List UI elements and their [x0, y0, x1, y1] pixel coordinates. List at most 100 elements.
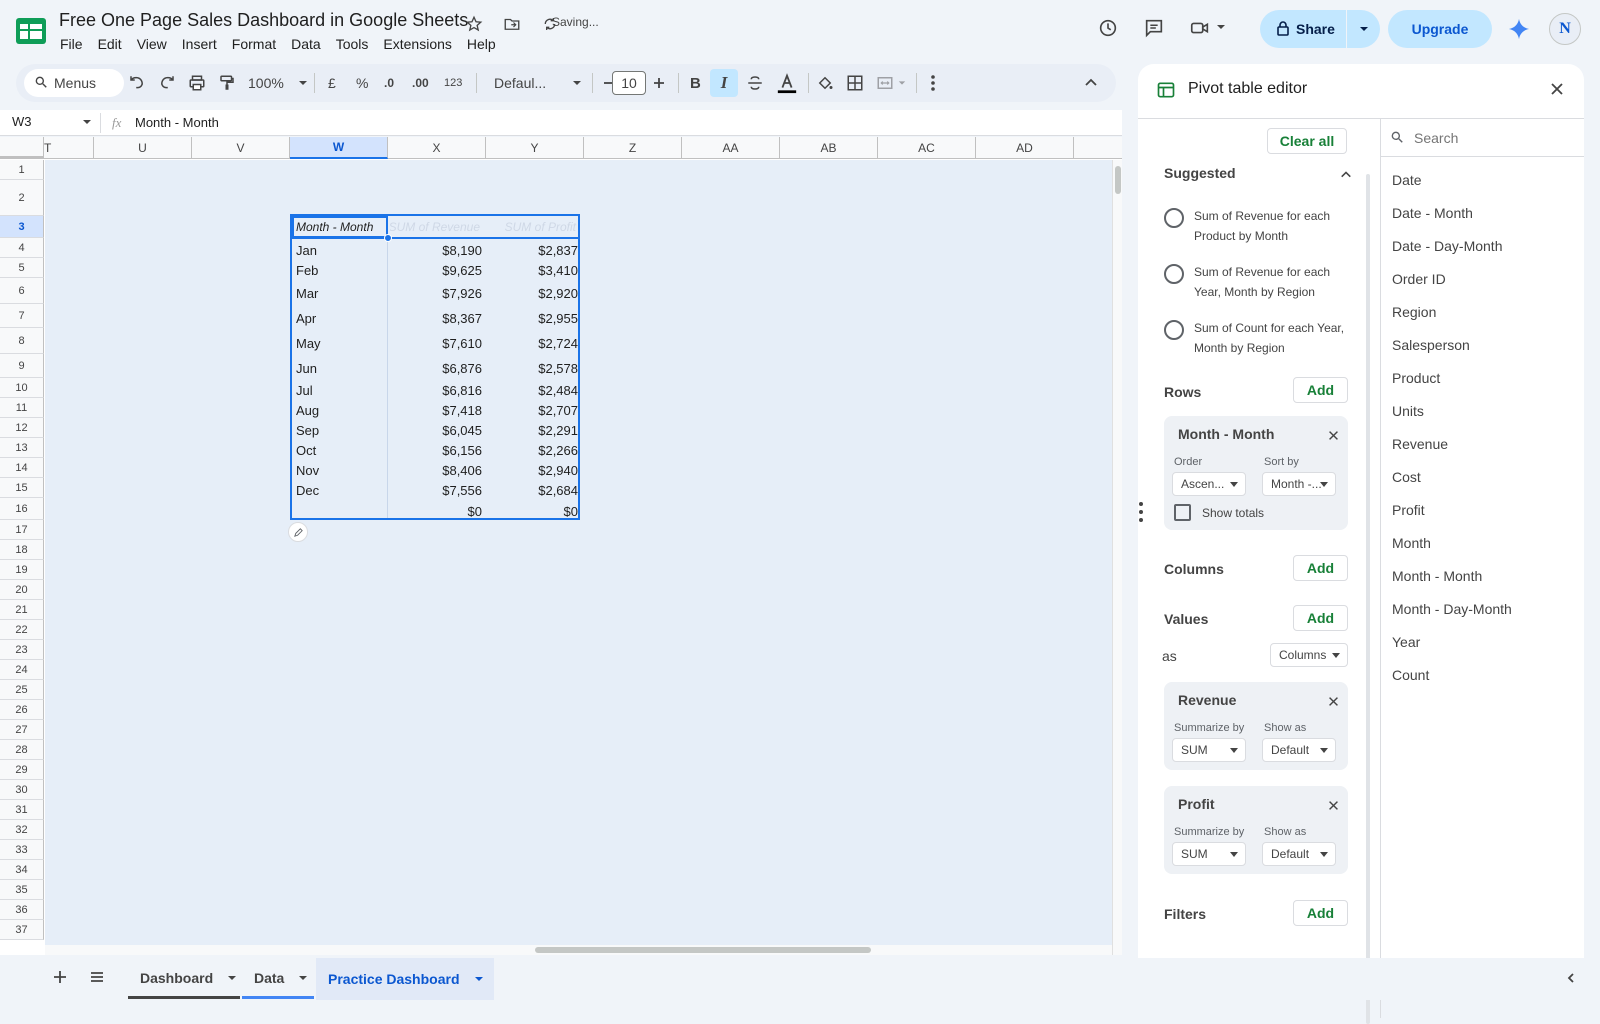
- row-header-16[interactable]: 16: [0, 498, 44, 520]
- search-menus[interactable]: Menus: [24, 69, 124, 97]
- row-header-22[interactable]: 22: [0, 620, 44, 640]
- field-item-units[interactable]: Units: [1392, 403, 1424, 419]
- radio-button[interactable]: [1164, 208, 1184, 228]
- row-header-23[interactable]: 23: [0, 640, 44, 660]
- pivot-value-cell[interactable]: $8,406: [390, 460, 484, 480]
- row-header-15[interactable]: 15: [0, 478, 44, 498]
- field-item-date[interactable]: Date: [1392, 172, 1422, 188]
- column-header-w[interactable]: W: [290, 137, 388, 159]
- row-header-34[interactable]: 34: [0, 860, 44, 880]
- document-title[interactable]: Free One Page Sales Dashboard in Google …: [59, 10, 468, 31]
- pivot-edit-icon[interactable]: [288, 522, 308, 542]
- values-add-button[interactable]: Add: [1293, 605, 1348, 631]
- add-sheet-icon[interactable]: [52, 969, 68, 990]
- column-header-z[interactable]: Z: [584, 137, 682, 159]
- field-item-month-month[interactable]: Month - Month: [1392, 568, 1482, 584]
- version-history-icon[interactable]: [1096, 16, 1120, 40]
- pivot-value-cell[interactable]: $7,556: [390, 480, 484, 500]
- row-header-33[interactable]: 33: [0, 840, 44, 860]
- pivot-value-cell[interactable]: $9,625: [390, 260, 484, 280]
- format-percent-button[interactable]: %: [356, 64, 368, 102]
- field-search-input[interactable]: [1414, 130, 1564, 146]
- sheet-tab-data[interactable]: Data: [242, 958, 314, 998]
- panel-resize-handle[interactable]: [1138, 500, 1144, 524]
- pivot-value-cell[interactable]: $2,920: [488, 280, 580, 306]
- radio-button[interactable]: [1164, 264, 1184, 284]
- row-header-37[interactable]: 37: [0, 920, 44, 940]
- spreadsheet-grid[interactable]: T U V W X Y Z AA AB AC AD 1 2 3 4 5 6 7 8 9 10 11 12 13 14 15 16 1…: [0, 137, 1122, 955]
- row-header-5[interactable]: 5: [0, 258, 44, 278]
- decrease-decimal-button[interactable]: .0: [384, 64, 394, 102]
- field-search[interactable]: [1390, 124, 1576, 152]
- pivot-row-label[interactable]: Nov: [294, 460, 386, 480]
- pivot-row-label[interactable]: Aug: [294, 400, 386, 420]
- pivot-value-cell[interactable]: $2,724: [488, 330, 580, 356]
- pivot-value-cell[interactable]: $2,940: [488, 460, 580, 480]
- font-size-input[interactable]: 10: [612, 71, 646, 95]
- star-icon[interactable]: [462, 12, 486, 36]
- share-options-dropdown[interactable]: [1347, 24, 1380, 34]
- pivot-value-cell[interactable]: $2,266: [488, 440, 580, 460]
- show-totals-checkbox[interactable]: [1174, 504, 1191, 521]
- share-button[interactable]: Share: [1260, 10, 1380, 48]
- pivot-value-cell[interactable]: $7,418: [390, 400, 484, 420]
- row-header-1[interactable]: 1: [0, 160, 44, 180]
- row-header-9[interactable]: 9: [0, 354, 44, 378]
- row-header-20[interactable]: 20: [0, 580, 44, 600]
- summarize-by-select[interactable]: SUM: [1172, 738, 1246, 762]
- pivot-value-cell[interactable]: $6,045: [390, 420, 484, 440]
- name-box[interactable]: W3: [12, 114, 92, 129]
- increase-decimal-button[interactable]: .00: [412, 64, 429, 102]
- merge-cells-icon[interactable]: [876, 64, 906, 102]
- panel-scrollbar[interactable]: [1366, 174, 1370, 1024]
- menu-view[interactable]: View: [137, 36, 167, 52]
- text-color-icon[interactable]: [776, 64, 798, 102]
- pivot-header-value[interactable]: SUM of Revenue: [390, 216, 484, 237]
- pivot-header-value[interactable]: SUM of Profit: [488, 216, 580, 237]
- column-header-ad[interactable]: AD: [976, 137, 1074, 159]
- field-item-date-day-month[interactable]: Date - Day-Month: [1392, 238, 1502, 254]
- row-header-21[interactable]: 21: [0, 600, 44, 620]
- row-header-27[interactable]: 27: [0, 720, 44, 740]
- bold-icon[interactable]: B: [690, 64, 701, 102]
- menu-edit[interactable]: Edit: [98, 36, 122, 52]
- row-header-31[interactable]: 31: [0, 800, 44, 820]
- row-header-35[interactable]: 35: [0, 880, 44, 900]
- field-item-year[interactable]: Year: [1392, 634, 1420, 650]
- menu-extensions[interactable]: Extensions: [383, 36, 451, 52]
- column-header-v[interactable]: V: [192, 137, 290, 159]
- field-item-revenue[interactable]: Revenue: [1392, 436, 1448, 452]
- close-icon[interactable]: [1550, 82, 1564, 101]
- field-item-count[interactable]: Count: [1392, 667, 1429, 683]
- field-item-order-id[interactable]: Order ID: [1392, 271, 1446, 287]
- row-header-29[interactable]: 29: [0, 760, 44, 780]
- field-item-cost[interactable]: Cost: [1392, 469, 1421, 485]
- pivot-row-label[interactable]: Mar: [294, 280, 386, 306]
- pivot-row-label[interactable]: Dec: [294, 480, 386, 500]
- pivot-value-cell[interactable]: $2,578: [488, 356, 580, 380]
- row-header-14[interactable]: 14: [0, 458, 44, 478]
- upgrade-button[interactable]: Upgrade: [1388, 10, 1492, 48]
- sheet-tab-practice-dashboard[interactable]: Practice Dashboard: [316, 958, 494, 1000]
- column-header-ac[interactable]: AC: [878, 137, 976, 159]
- font-select[interactable]: Defaul...: [494, 64, 582, 102]
- pivot-value-cell[interactable]: $2,484: [488, 380, 580, 400]
- pivot-value-cell[interactable]: $6,156: [390, 440, 484, 460]
- pivot-row-label[interactable]: Sep: [294, 420, 386, 440]
- avatar[interactable]: N: [1549, 13, 1581, 45]
- row-header-2[interactable]: 2: [0, 180, 44, 216]
- pivot-value-cell[interactable]: $6,876: [390, 356, 484, 380]
- pivot-row-label[interactable]: Jun: [294, 356, 386, 380]
- row-header-32[interactable]: 32: [0, 820, 44, 840]
- row-header-11[interactable]: 11: [0, 398, 44, 418]
- more-formats-button[interactable]: 123: [444, 64, 462, 102]
- fill-color-icon[interactable]: [816, 64, 834, 102]
- meet-button[interactable]: [1188, 16, 1226, 40]
- cell-area[interactable]: Month - Month SUM of Revenue SUM of Profit…: [45, 160, 1112, 955]
- share-main[interactable]: Share: [1260, 20, 1346, 39]
- pivot-value-cell[interactable]: $0: [488, 500, 580, 522]
- field-item-product[interactable]: Product: [1392, 370, 1440, 386]
- row-header-30[interactable]: 30: [0, 780, 44, 800]
- borders-icon[interactable]: [846, 64, 864, 102]
- row-header-7[interactable]: 7: [0, 304, 44, 328]
